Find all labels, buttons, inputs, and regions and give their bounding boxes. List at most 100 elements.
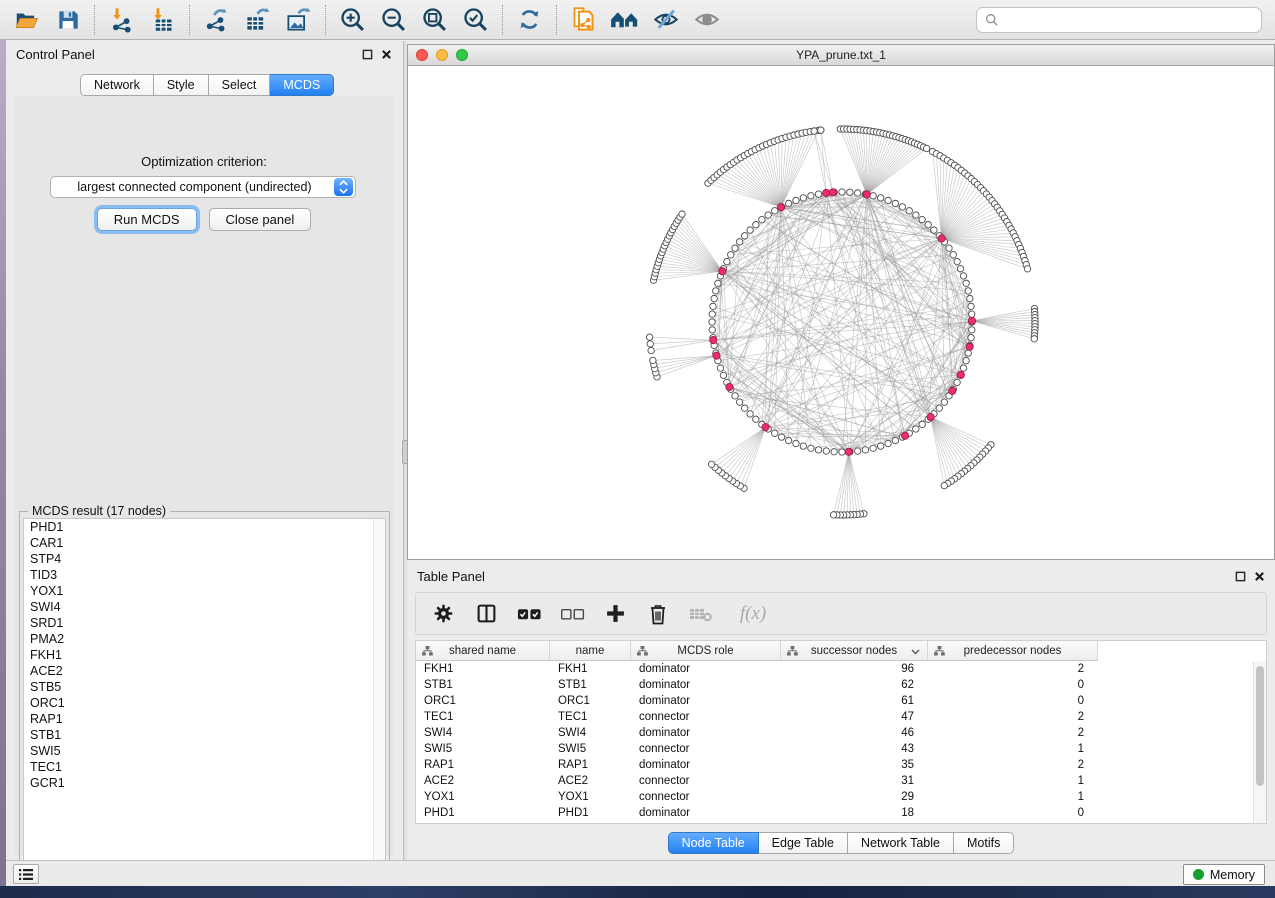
table-cell[interactable]: ORC1 bbox=[416, 693, 550, 709]
network-node[interactable] bbox=[736, 239, 742, 245]
network-edge[interactable] bbox=[931, 417, 958, 476]
zoom-in-icon[interactable] bbox=[332, 3, 373, 37]
network-node[interactable] bbox=[870, 445, 876, 451]
network-node[interactable] bbox=[710, 303, 716, 309]
network-node[interactable] bbox=[831, 449, 837, 455]
column-header-shared-name[interactable]: shared name bbox=[416, 641, 550, 661]
table-cell[interactable]: 0 bbox=[928, 677, 1098, 693]
network-node[interactable] bbox=[759, 216, 765, 222]
table-cell[interactable]: FKH1 bbox=[550, 661, 631, 677]
network-canvas[interactable] bbox=[408, 66, 1274, 559]
table-row[interactable]: PHD1PHD1dominator180 bbox=[416, 805, 1266, 821]
network-node[interactable] bbox=[732, 245, 738, 251]
table-row[interactable]: ORC1ORC1dominator610 bbox=[416, 693, 1266, 709]
column-header-MCDS-role[interactable]: MCDS role bbox=[631, 641, 781, 661]
mcds-result-item[interactable]: STB1 bbox=[24, 727, 385, 743]
table-cell[interactable]: connector bbox=[631, 789, 781, 805]
network-node-mcds[interactable] bbox=[863, 191, 870, 198]
network-node[interactable] bbox=[862, 447, 868, 453]
network-node-mcds[interactable] bbox=[829, 189, 836, 196]
network-node[interactable] bbox=[965, 350, 971, 356]
network-node[interactable] bbox=[717, 365, 723, 371]
table-cell[interactable]: dominator bbox=[631, 677, 781, 693]
network-node[interactable] bbox=[913, 212, 919, 218]
mcds-result-item[interactable]: ACE2 bbox=[24, 663, 385, 679]
network-node[interactable] bbox=[747, 411, 753, 417]
tab-select[interactable]: Select bbox=[209, 74, 271, 96]
network-node[interactable] bbox=[969, 311, 975, 317]
mcds-result-item[interactable]: CAR1 bbox=[24, 535, 385, 551]
deselect-all-icon[interactable] bbox=[559, 601, 585, 627]
network-node[interactable] bbox=[877, 443, 883, 449]
network-node-mcds[interactable] bbox=[777, 204, 784, 211]
table-cell[interactable]: 2 bbox=[928, 757, 1098, 773]
network-node[interactable] bbox=[732, 393, 738, 399]
table-cell[interactable]: dominator bbox=[631, 725, 781, 741]
network-edge[interactable] bbox=[814, 131, 833, 192]
mcds-result-item[interactable]: PMA2 bbox=[24, 631, 385, 647]
table-cell[interactable]: 2 bbox=[928, 709, 1098, 725]
network-node[interactable] bbox=[708, 461, 714, 467]
network-node-mcds[interactable] bbox=[710, 336, 717, 343]
network-node-mcds[interactable] bbox=[938, 235, 945, 242]
network-node[interactable] bbox=[679, 211, 685, 217]
mcds-result-item[interactable]: GCR1 bbox=[24, 775, 385, 791]
network-node[interactable] bbox=[709, 311, 715, 317]
export-table-icon[interactable] bbox=[237, 3, 278, 37]
table-cell[interactable]: STB1 bbox=[416, 677, 550, 693]
show-panels-button[interactable] bbox=[13, 864, 39, 884]
network-node-mcds[interactable] bbox=[713, 352, 720, 359]
network-node-mcds[interactable] bbox=[957, 371, 964, 378]
table-cell[interactable]: ACE2 bbox=[550, 773, 631, 789]
network-node[interactable] bbox=[785, 437, 791, 443]
network-node[interactable] bbox=[720, 372, 726, 378]
network-node[interactable] bbox=[950, 252, 956, 258]
network-node[interactable] bbox=[919, 421, 925, 427]
table-cell[interactable]: TEC1 bbox=[550, 709, 631, 725]
table-row[interactable]: FKH1FKH1dominator962 bbox=[416, 661, 1266, 677]
network-node[interactable] bbox=[839, 189, 845, 195]
network-node[interactable] bbox=[753, 221, 759, 227]
table-cell[interactable]: 1 bbox=[928, 741, 1098, 757]
table-cell[interactable]: RAP1 bbox=[416, 757, 550, 773]
network-node-mcds[interactable] bbox=[968, 317, 975, 324]
network-node[interactable] bbox=[954, 258, 960, 264]
refresh-icon[interactable] bbox=[509, 3, 550, 37]
table-cell[interactable]: 47 bbox=[781, 709, 928, 725]
network-node[interactable] bbox=[648, 347, 654, 353]
network-edge[interactable] bbox=[668, 239, 723, 271]
network-node[interactable] bbox=[957, 265, 963, 271]
mcds-result-item[interactable]: FKH1 bbox=[24, 647, 385, 663]
table-cell[interactable]: SWI4 bbox=[416, 725, 550, 741]
table-cell[interactable]: RAP1 bbox=[550, 757, 631, 773]
tab-style[interactable]: Style bbox=[154, 74, 209, 96]
network-edge[interactable] bbox=[725, 427, 765, 476]
table-cell[interactable]: 2 bbox=[928, 661, 1098, 677]
table-cell[interactable]: SWI4 bbox=[550, 725, 631, 741]
column-header-predecessor-nodes[interactable]: predecessor nodes bbox=[928, 641, 1098, 661]
table-row[interactable]: YOX1YOX1connector291 bbox=[416, 789, 1266, 805]
mcds-result-item[interactable]: RAP1 bbox=[24, 711, 385, 727]
network-node[interactable] bbox=[963, 357, 969, 363]
network-edge[interactable] bbox=[972, 321, 1035, 333]
network-node[interactable] bbox=[711, 295, 717, 301]
network-edge[interactable] bbox=[821, 130, 833, 192]
network-edge[interactable] bbox=[717, 175, 781, 207]
table-row[interactable]: SWI5SWI5connector431 bbox=[416, 741, 1266, 757]
network-edge[interactable] bbox=[731, 255, 849, 452]
network-node[interactable] bbox=[650, 357, 656, 363]
network-node-mcds[interactable] bbox=[845, 448, 852, 455]
select-all-icon[interactable] bbox=[516, 601, 542, 627]
network-node[interactable] bbox=[728, 252, 734, 258]
zoom-out-icon[interactable] bbox=[373, 3, 414, 37]
search-box[interactable] bbox=[976, 7, 1262, 33]
table-cell[interactable]: YOX1 bbox=[550, 789, 631, 805]
network-node[interactable] bbox=[647, 341, 653, 347]
close-panel-icon[interactable] bbox=[381, 49, 392, 60]
table-cell[interactable]: 61 bbox=[781, 693, 928, 709]
network-node-mcds[interactable] bbox=[949, 387, 956, 394]
table-cell[interactable]: 43 bbox=[781, 741, 928, 757]
network-node[interactable] bbox=[793, 440, 799, 446]
network-node[interactable] bbox=[906, 208, 912, 214]
network-node[interactable] bbox=[823, 448, 829, 454]
